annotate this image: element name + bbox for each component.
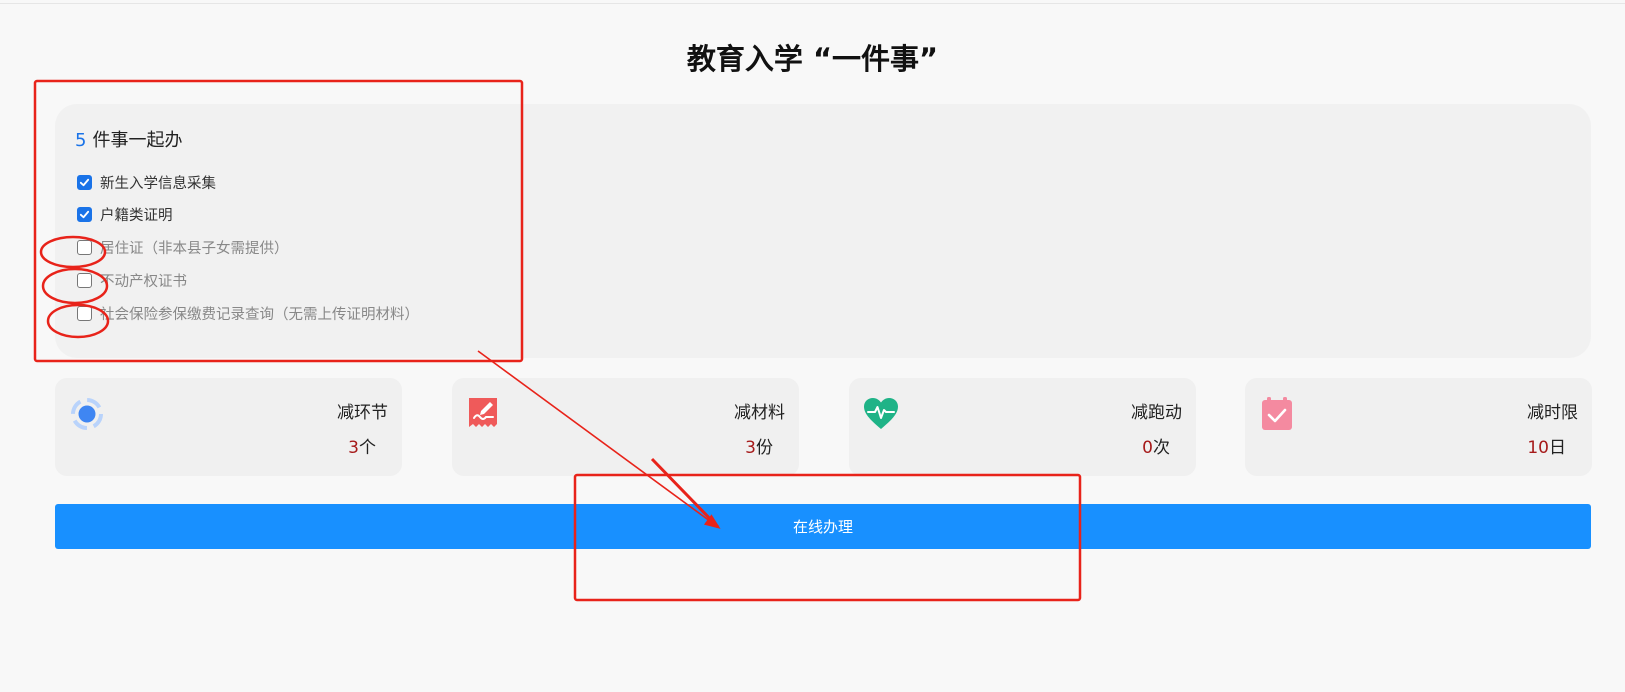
stat-value: 3份 bbox=[745, 433, 773, 458]
panel-heading: 5 件事一起办 bbox=[75, 126, 182, 152]
checkbox[interactable] bbox=[77, 239, 92, 255]
item-row-social-insurance[interactable]: 社会保险参保缴费记录查询（无需上传证明材料） bbox=[77, 301, 419, 325]
item-count: 5 bbox=[75, 130, 87, 151]
stat-value: 10日 bbox=[1527, 433, 1566, 458]
heart-pulse-icon bbox=[864, 398, 898, 429]
checkbox[interactable] bbox=[77, 174, 92, 190]
stat-label: 减材料 bbox=[734, 403, 785, 423]
stat-label: 减时限 bbox=[1527, 403, 1578, 423]
checkbox[interactable] bbox=[77, 305, 92, 321]
item-label: 社会保险参保缴费记录查询（无需上传证明材料） bbox=[100, 306, 419, 323]
item-row-enrollment-info[interactable]: 新生入学信息采集 bbox=[77, 170, 216, 194]
stat-number: 10 bbox=[1527, 438, 1549, 458]
item-row-residence-permit[interactable]: 居住证（非本县子女需提供） bbox=[77, 235, 289, 259]
checkbox[interactable] bbox=[77, 206, 92, 222]
item-label: 不动产权证书 bbox=[100, 273, 187, 290]
items-panel: 5 件事一起办 新生入学信息采集 户籍类证明 居住证（非本县子女需提供） 不动产权 bbox=[55, 104, 1591, 358]
stat-unit: 日 bbox=[1549, 438, 1566, 458]
stat-value: 3个 bbox=[348, 433, 376, 458]
panel-heading-text: 件事一起办 bbox=[92, 130, 183, 151]
checkbox[interactable] bbox=[77, 272, 92, 288]
stat-number: 3 bbox=[348, 438, 359, 458]
item-label: 居住证（非本县子女需提供） bbox=[100, 240, 289, 257]
item-row-property-certificate[interactable]: 不动产权证书 bbox=[77, 268, 187, 292]
process-steps-icon bbox=[71, 398, 103, 430]
apply-online-button[interactable]: 在线办理 bbox=[55, 504, 1591, 549]
stat-card-time-limit: 减时限 10日 bbox=[1245, 378, 1592, 476]
item-label: 户籍类证明 bbox=[100, 207, 173, 224]
stat-value: 0次 bbox=[1142, 433, 1170, 458]
stat-label: 减环节 bbox=[337, 403, 388, 423]
top-divider bbox=[0, 3, 1625, 4]
stat-unit: 次 bbox=[1153, 438, 1170, 458]
stat-unit: 份 bbox=[756, 438, 773, 458]
document-sign-icon bbox=[469, 398, 497, 427]
stat-unit: 个 bbox=[359, 438, 376, 458]
stat-card-materials: 减材料 3份 bbox=[452, 378, 799, 476]
stat-number: 3 bbox=[745, 438, 756, 458]
item-row-household-proof[interactable]: 户籍类证明 bbox=[77, 202, 173, 226]
stat-card-trips: 减跑动 0次 bbox=[849, 378, 1196, 476]
calendar-check-icon bbox=[1262, 397, 1292, 430]
stat-number: 0 bbox=[1142, 438, 1153, 458]
page-title: 教育入学 “一件事” bbox=[686, 42, 939, 76]
stat-card-steps: 减环节 3个 bbox=[55, 378, 402, 476]
page: 教育入学 “一件事” 5 件事一起办 新生入学信息采集 户籍类证明 居住证（非本县… bbox=[0, 0, 1625, 692]
item-label: 新生入学信息采集 bbox=[100, 175, 216, 192]
stat-label: 减跑动 bbox=[1131, 403, 1182, 423]
